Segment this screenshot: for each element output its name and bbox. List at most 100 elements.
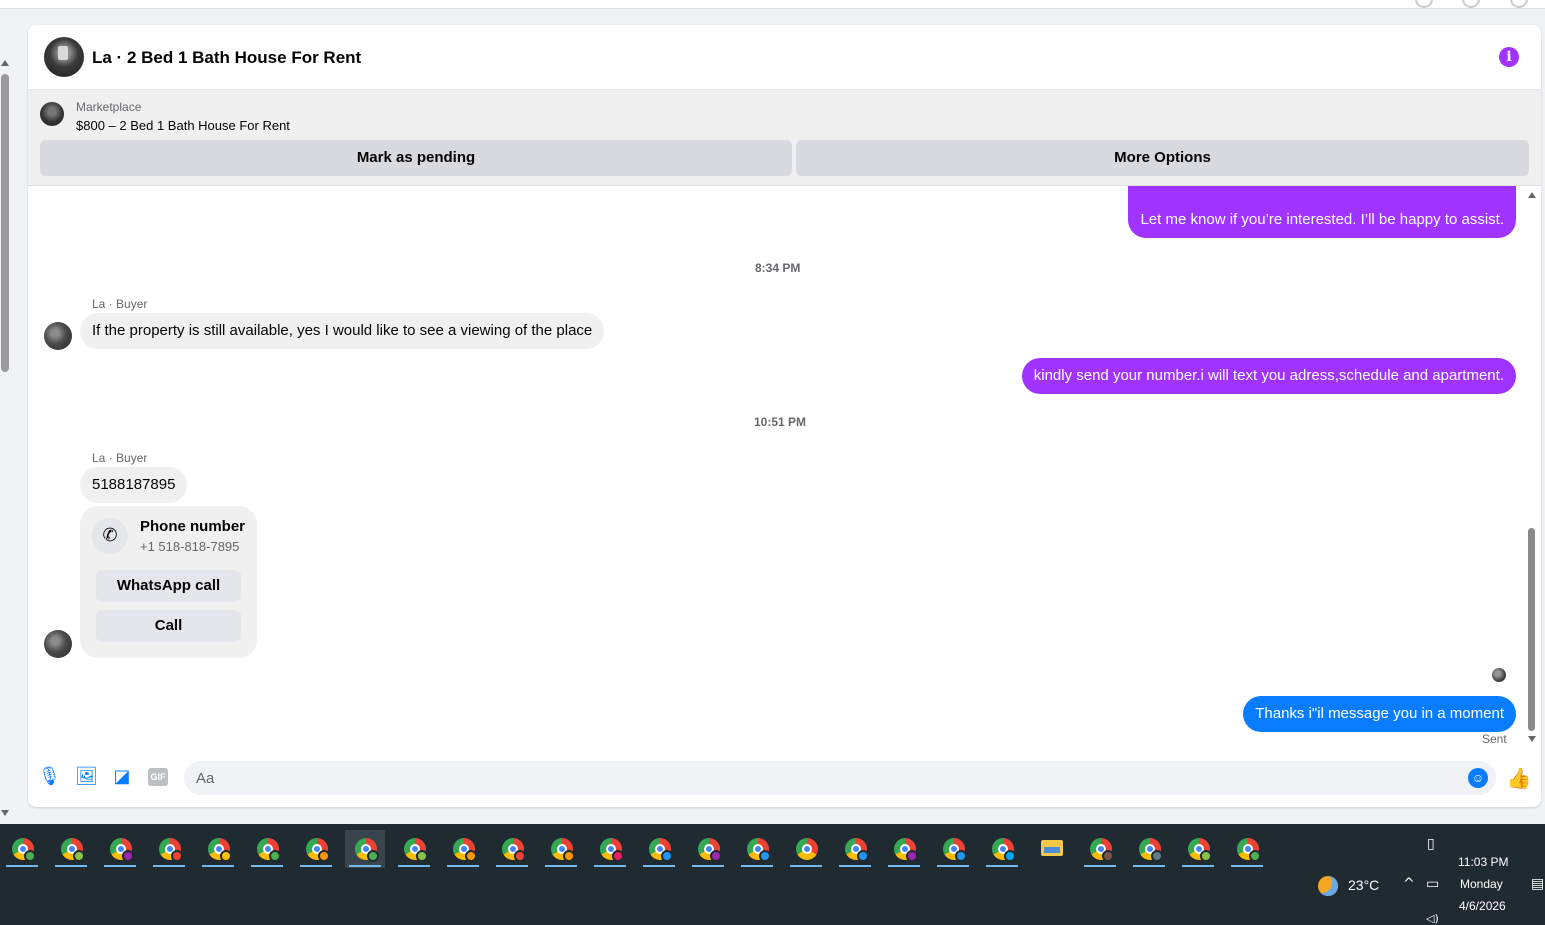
running-indicator [349,865,381,867]
taskbar-app-chrome[interactable] [198,830,238,868]
weather-temperature[interactable]: 23°C [1348,877,1379,893]
taskbar-app-chrome[interactable] [100,830,140,868]
phone-number-card: ✆ Phone number +1 518-818-7895 WhatsApp … [80,506,257,658]
taskbar-app-chrome[interactable] [1178,830,1218,868]
call-button[interactable]: Call [96,610,241,642]
taskbar-app-chrome[interactable] [443,830,483,868]
running-indicator [839,865,871,867]
taskbar-app-chrome[interactable] [786,830,826,868]
message-scrollbar-thumb[interactable] [1528,528,1535,731]
listing-avatar[interactable] [44,37,84,77]
like-icon[interactable]: 👍 [1506,765,1532,791]
sticker-icon[interactable]: ◪ [111,766,133,788]
taskbar-app-chrome[interactable] [247,830,287,868]
profile-badge-icon [465,850,477,862]
buyer-avatar[interactable] [44,322,72,350]
running-indicator [251,865,283,867]
profile-badge-icon [367,850,379,862]
running-indicator [1084,865,1116,867]
buyer-avatar[interactable] [44,630,72,658]
phone-card-title: Phone number [140,518,246,535]
running-indicator [398,865,430,867]
windows-taskbar: ▯ 23°C ^ ▭ ◁) 11:03 PM Monday 4/6/2026 ▤ [0,824,1545,925]
listing-title[interactable]: $800 – 2 Bed 1 Bath House For Rent [76,118,290,133]
taskbar-app-chrome[interactable] [835,830,875,868]
taskbar-app-chrome[interactable] [492,830,532,868]
taskbar-app-chrome[interactable] [1080,830,1120,868]
running-indicator [545,865,577,867]
taskbar-app-chrome[interactable] [688,830,728,868]
profile-badge-icon [759,850,771,862]
message-status: Sent [1482,732,1507,746]
running-indicator [790,865,822,867]
profile-badge-icon [318,850,330,862]
more-options-button[interactable]: More Options [796,140,1529,176]
folder-icon [1041,840,1063,856]
whatsapp-call-button[interactable]: WhatsApp call [96,570,241,602]
clock-date[interactable]: 4/6/2026 [1459,899,1506,913]
page-scrollbar[interactable] [0,58,10,820]
profile-badge-icon [171,850,183,862]
volume-icon[interactable]: ◁) [1426,912,1439,925]
profile-badge-icon [416,850,428,862]
network-icon[interactable]: ▭ [1426,876,1439,892]
message-scrollbar[interactable] [1527,186,1537,748]
weather-icon[interactable] [1318,876,1338,896]
clock-day[interactable]: Monday [1460,877,1503,891]
running-indicator [937,865,969,867]
page-scrollbar-thumb[interactable] [1,74,9,372]
taskbar-app-chrome[interactable] [394,830,434,868]
taskbar-app-chrome[interactable] [884,830,924,868]
profile-badge-icon [514,850,526,862]
taskbar-app-chrome[interactable] [345,830,385,868]
clock-time[interactable]: 11:03 PM [1458,855,1508,869]
scroll-down-arrow-icon[interactable] [1,810,9,816]
chevron-up-icon[interactable]: ^ [1403,876,1415,892]
taskbar-app-chrome[interactable] [639,830,679,868]
running-indicator [104,865,136,867]
chat-title[interactable]: La · 2 Bed 1 Bath House For Rent [92,48,361,68]
mark-as-pending-button[interactable]: Mark as pending [40,140,792,176]
info-icon[interactable]: i [1499,47,1519,67]
listing-thumbnail [40,102,64,126]
outgoing-message[interactable]: kindly send your number.i will text you … [1021,358,1516,394]
scroll-up-arrow-icon[interactable] [1,60,9,66]
outgoing-message[interactable]: Thanks i"il message you in a moment [1243,696,1516,732]
profile-badge-icon [1004,850,1016,862]
outgoing-message[interactable]: Let me know if you’re interested. I’ll b… [1128,186,1516,238]
taskbar-app-chrome[interactable] [1227,830,1267,868]
phone-card-number: +1 518-818-7895 [140,539,240,554]
scroll-up-arrow-icon[interactable] [1528,192,1536,198]
taskbar-app-chrome[interactable] [590,830,630,868]
photo-icon[interactable]: 🖼 [75,766,98,788]
taskbar-app-file-explorer[interactable] [1031,830,1071,868]
taskbar-app-chrome[interactable] [982,830,1022,868]
taskbar-app-chrome[interactable] [933,830,973,868]
taskbar-app-chrome[interactable] [2,830,42,868]
top-circle-icon [1462,0,1480,8]
profile-badge-icon [73,850,85,862]
incoming-message[interactable]: If the property is still available, yes … [80,313,605,349]
message-timestamp: 8:34 PM [755,261,801,275]
taskbar-app-chrome[interactable] [51,830,91,868]
notification-icon[interactable]: ▤ [1531,876,1544,892]
profile-badge-icon [1102,850,1114,862]
emoji-icon[interactable]: ☺ [1468,768,1488,788]
phone-icon: ✆ [92,518,128,554]
microphone-icon[interactable]: 🎙 [38,766,61,788]
taskbar-app-chrome[interactable] [149,830,189,868]
taskbar-app-chrome[interactable] [1129,830,1169,868]
taskbar-app-chrome[interactable] [296,830,336,868]
sender-name: La · Buyer [92,297,148,311]
scroll-down-arrow-icon[interactable] [1528,736,1536,742]
running-indicator [202,865,234,867]
message-input[interactable] [184,761,1496,795]
taskbar-app-chrome[interactable] [737,830,777,868]
running-indicator [1133,865,1165,867]
running-indicator [55,865,87,867]
incoming-message[interactable]: 5188187895 [80,467,188,503]
running-indicator [447,865,479,867]
tablet-mode-icon[interactable]: ▯ [1427,836,1435,852]
taskbar-app-chrome[interactable] [541,830,581,868]
gif-icon[interactable]: GIF [148,768,168,786]
